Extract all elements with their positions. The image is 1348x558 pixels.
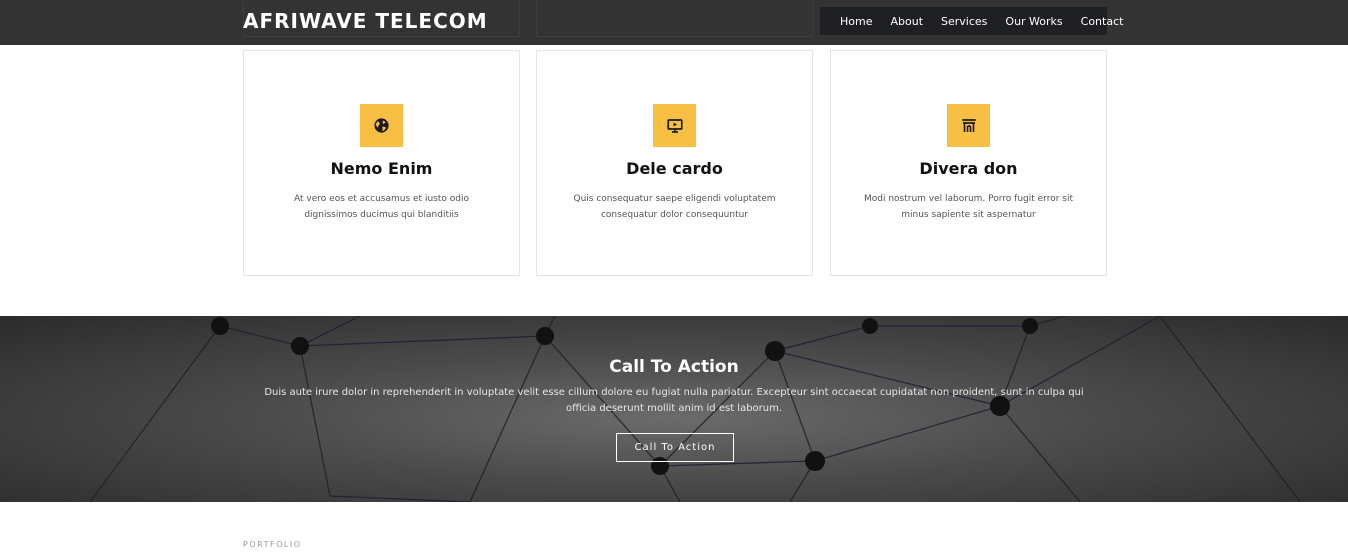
cta-title: Call To Action [609,357,739,377]
feature-card: Dele cardo Quis consequatur saepe eligen… [536,50,813,276]
nav-home[interactable]: Home [840,15,872,28]
call-to-action-section: Call To Action Duis aute irure dolor in … [0,316,1348,502]
feature-card: Divera don Modi nostrum vel laborum. Por… [830,50,1107,276]
cta-description: Duis aute irure dolor in reprehenderit i… [264,387,1084,414]
nav-our-works[interactable]: Our Works [1005,15,1062,28]
archway-icon [947,104,990,147]
globe-icon [360,104,403,147]
nav-services[interactable]: Services [941,15,987,28]
feature-description: Modi nostrum vel laborum. Porro fugit er… [863,194,1074,220]
main-nav: Home About Services Our Works Contact [820,7,1123,35]
call-to-action-button[interactable]: Call To Action [616,433,734,462]
card-edge [536,0,813,37]
presentation-screen-icon [653,104,696,147]
feature-description: At vero eos et accusamus et iusto odio d… [294,194,469,220]
portfolio-section-label: PORTFOLIO [243,540,302,549]
site-header: AFRIWAVE TELECOM Home About Services Our… [0,0,1348,45]
feature-description: Quis consequatur saepe eligendi voluptat… [573,194,776,220]
feature-title: Nemo Enim [330,159,433,178]
feature-title: Dele cardo [626,159,723,178]
nav-contact[interactable]: Contact [1081,15,1124,28]
site-logo[interactable]: AFRIWAVE TELECOM [243,9,488,33]
feature-title: Divera don [919,159,1018,178]
feature-card: Nemo Enim At vero eos et accusamus et iu… [243,50,520,276]
nav-about[interactable]: About [890,15,923,28]
